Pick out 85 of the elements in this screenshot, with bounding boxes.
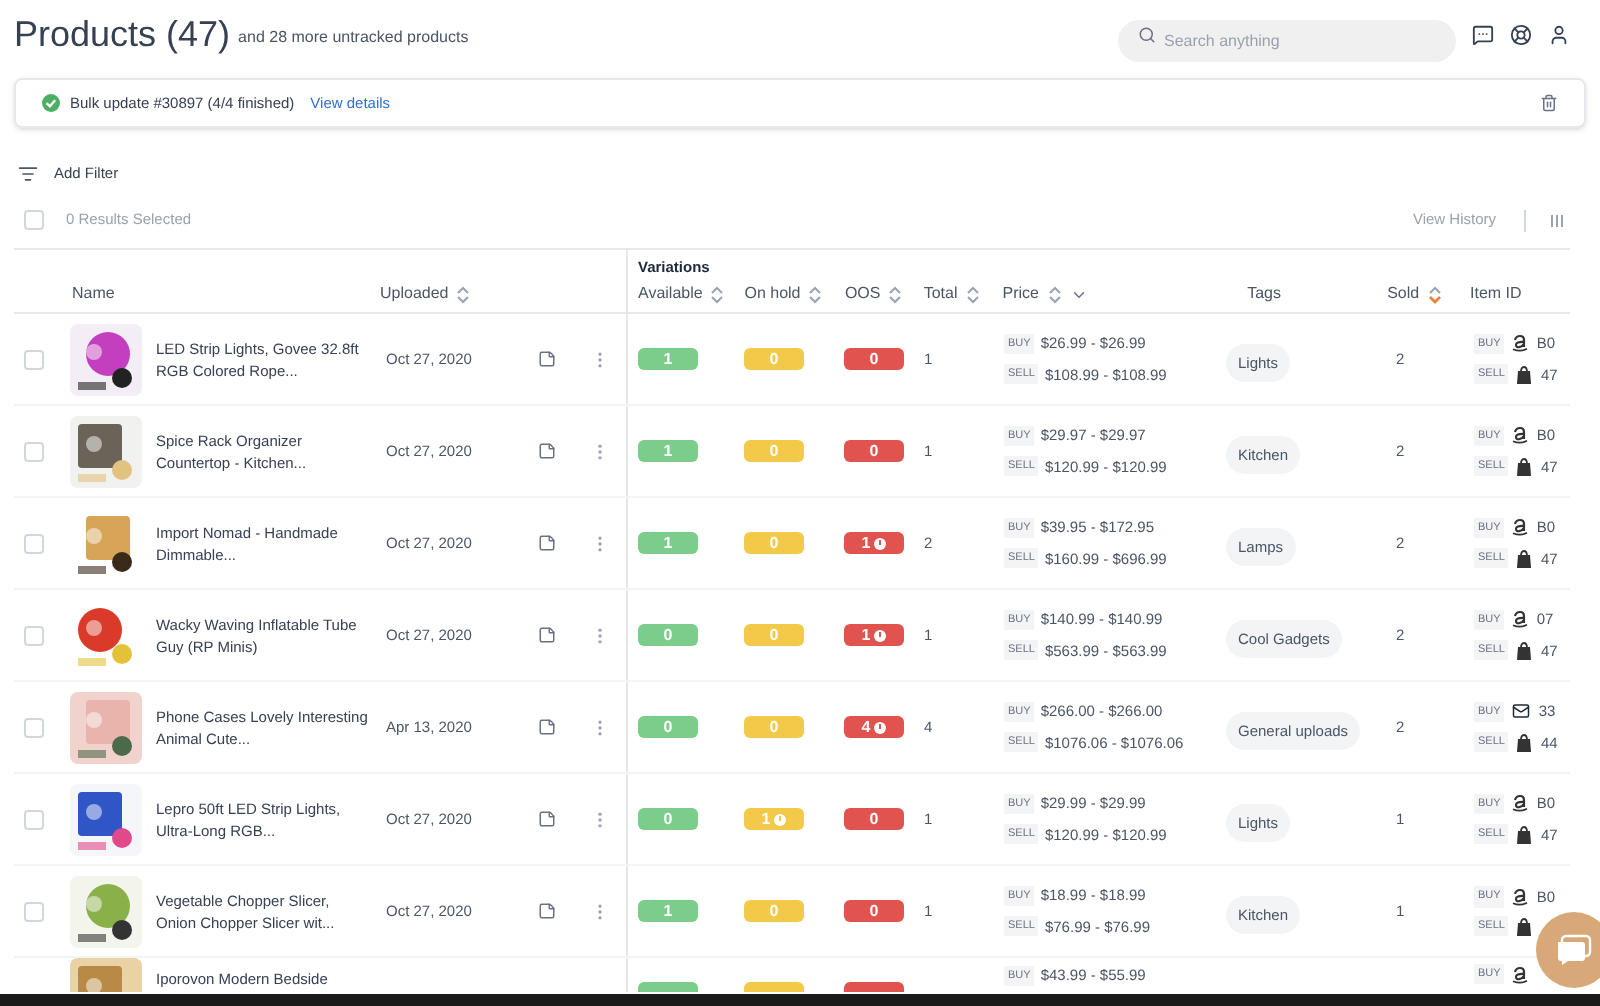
sort-icon[interactable] xyxy=(456,285,471,303)
amazon-logo-icon xyxy=(1512,610,1529,629)
column-header[interactable]: OOS xyxy=(844,282,881,306)
chat-button[interactable] xyxy=(1536,912,1600,988)
shopping-bag-icon xyxy=(1516,549,1533,568)
on-hold-count: 0 xyxy=(744,440,804,462)
chat-icon[interactable] xyxy=(1472,24,1494,46)
sort-icon[interactable] xyxy=(1427,285,1442,303)
available-count: 0 xyxy=(638,624,698,646)
column-header[interactable]: Sold xyxy=(1387,282,1420,306)
user-icon[interactable] xyxy=(1548,24,1570,46)
amazon-logo-icon xyxy=(1512,426,1529,445)
sort-icon[interactable] xyxy=(808,285,823,303)
out-of-stock-count: 0 xyxy=(844,900,904,922)
column-header[interactable]: Uploaded xyxy=(380,282,449,306)
out-of-stock-count: 4 xyxy=(844,716,904,738)
row-checkbox[interactable] xyxy=(24,625,44,645)
amazon-logo-icon xyxy=(1512,965,1529,984)
column-header[interactable]: Price xyxy=(1002,282,1039,306)
note-icon[interactable] xyxy=(538,442,556,460)
filter-icon[interactable] xyxy=(18,164,38,184)
select-all-checkbox[interactable] xyxy=(24,210,44,230)
column-header[interactable]: Item ID xyxy=(1470,282,1522,306)
column-header[interactable]: Available xyxy=(638,282,703,306)
shopping-bag-icon xyxy=(1516,917,1533,936)
search-field[interactable]: Search anything xyxy=(1118,20,1456,62)
shopping-bag-icon xyxy=(1516,641,1533,660)
note-icon[interactable] xyxy=(538,350,556,368)
column-header[interactable]: Tags xyxy=(1247,282,1281,306)
out-of-stock-count: 0 xyxy=(844,440,904,462)
row-checkbox[interactable] xyxy=(24,901,44,921)
info-icon xyxy=(874,629,887,641)
on-hold-count: 1 xyxy=(744,808,804,830)
out-of-stock-count: 1 xyxy=(844,532,904,554)
sort-icon[interactable] xyxy=(965,285,980,303)
mail-icon xyxy=(1512,702,1531,721)
on-hold-count: 0 xyxy=(744,900,804,922)
info-icon xyxy=(774,813,787,825)
available-count: 1 xyxy=(638,532,698,554)
note-icon[interactable] xyxy=(538,810,556,828)
sort-icon[interactable] xyxy=(888,285,903,303)
note-icon[interactable] xyxy=(538,534,556,552)
available-count: 1 xyxy=(638,440,698,462)
columns-icon[interactable] xyxy=(1550,213,1564,227)
sort-icon[interactable] xyxy=(710,285,725,303)
on-hold-count: 0 xyxy=(744,532,804,554)
row-checkbox[interactable] xyxy=(24,441,44,461)
row-checkbox[interactable] xyxy=(24,717,44,737)
sort-icon[interactable] xyxy=(1047,285,1061,303)
help-icon[interactable] xyxy=(1510,24,1532,46)
note-icon[interactable] xyxy=(538,902,556,920)
shopping-bag-icon xyxy=(1516,825,1533,844)
shopping-bag-icon xyxy=(1516,733,1533,752)
on-hold-count: 0 xyxy=(744,716,804,738)
subtitle: and 28 more untracked products xyxy=(238,26,469,50)
out-of-stock-count: 1 xyxy=(844,624,904,646)
column-header[interactable]: On hold xyxy=(744,282,801,306)
shopping-bag-icon xyxy=(1516,365,1533,384)
column-header[interactable]: Name xyxy=(72,282,115,306)
out-of-stock-count: 0 xyxy=(844,348,904,370)
available-count: 1 xyxy=(638,900,698,922)
shopping-bag-icon xyxy=(1516,457,1533,476)
delete-icon[interactable] xyxy=(1540,94,1558,112)
note-icon[interactable] xyxy=(538,626,556,644)
info-icon xyxy=(874,721,887,733)
success-icon xyxy=(42,94,60,112)
page-title: Products (47) xyxy=(14,12,231,58)
chat-bubble-icon xyxy=(1556,934,1592,966)
note-icon[interactable] xyxy=(538,718,556,736)
available-count: 1 xyxy=(638,348,698,370)
amazon-logo-icon xyxy=(1512,794,1529,813)
search-icon xyxy=(1138,26,1156,44)
row-checkbox[interactable] xyxy=(24,809,44,829)
column-header[interactable]: Total xyxy=(923,282,958,306)
row-checkbox[interactable] xyxy=(24,533,44,553)
info-icon xyxy=(874,537,887,549)
on-hold-count: 0 xyxy=(744,624,804,646)
row-checkbox[interactable] xyxy=(24,349,44,369)
amazon-logo-icon xyxy=(1512,334,1529,353)
on-hold-count: 0 xyxy=(744,348,804,370)
available-count: 0 xyxy=(638,716,698,738)
out-of-stock-count: 0 xyxy=(844,808,904,830)
amazon-logo-icon xyxy=(1512,887,1529,906)
available-count: 0 xyxy=(638,808,698,830)
amazon-logo-icon xyxy=(1512,518,1529,537)
